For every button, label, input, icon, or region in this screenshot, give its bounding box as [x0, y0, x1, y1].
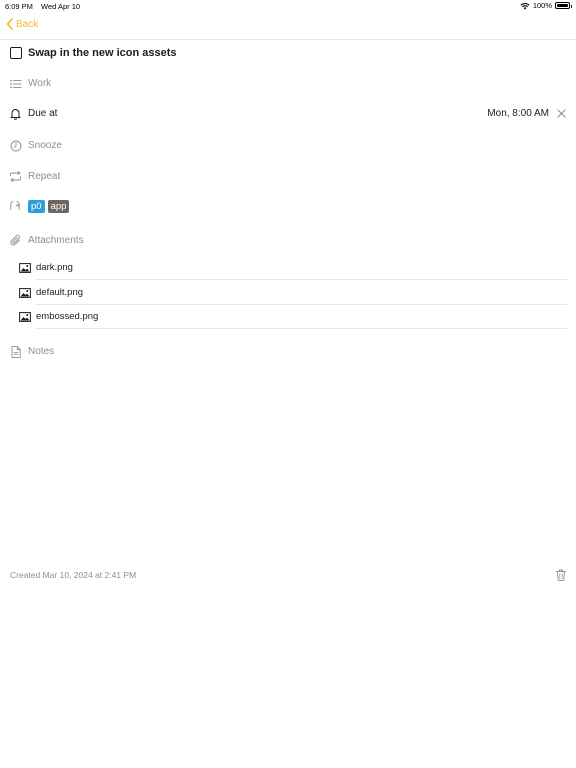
battery-percent: 100%: [532, 1, 552, 10]
due-value-group: Mon, 8:00 AM: [487, 108, 566, 119]
notes-row[interactable]: Notes: [9, 345, 54, 358]
battery-icon: [555, 2, 572, 9]
attachment-name: embossed.png: [36, 311, 99, 322]
list-row[interactable]: Work: [9, 77, 51, 90]
image-icon: [19, 311, 31, 322]
snooze-row[interactable]: Snooze: [9, 139, 62, 152]
document-icon: [9, 345, 22, 358]
bell-icon: [9, 107, 22, 120]
list-label: Work: [28, 78, 52, 89]
trash-icon[interactable]: [556, 569, 566, 581]
repeat-label: Repeat: [28, 171, 61, 182]
task-title[interactable]: Swap in the new icon assets: [28, 47, 177, 59]
attachment-item[interactable]: embossed.png: [19, 304, 567, 329]
close-icon[interactable]: [557, 109, 566, 118]
attachment-item[interactable]: default.png: [19, 280, 567, 305]
snooze-label: Snooze: [28, 140, 62, 151]
repeat-icon: [9, 170, 22, 183]
image-icon: [19, 262, 31, 273]
status-bar: 6:09 PM Wed Apr 10 100%: [0, 0, 576, 13]
chevron-left-icon: [6, 18, 13, 30]
created-timestamp: Created Mar 10, 2024 at 2:41 PM: [10, 570, 137, 580]
attachment-name: default.png: [36, 287, 84, 298]
status-date: Wed Apr 10: [41, 2, 81, 11]
attachment-name: dark.png: [36, 262, 73, 273]
paperclip-icon: [9, 234, 22, 247]
attachments-label: Attachments: [28, 235, 84, 246]
back-button[interactable]: Back: [6, 18, 38, 30]
task-checkbox[interactable]: [10, 47, 22, 59]
divider: [36, 328, 567, 329]
back-label: Back: [16, 18, 39, 30]
attachments-row[interactable]: Attachments: [9, 234, 84, 247]
attachment-item[interactable]: dark.png: [19, 255, 567, 280]
due-value[interactable]: Mon, 8:00 AM: [487, 108, 549, 119]
notes-label: Notes: [28, 346, 55, 357]
list-icon: [9, 77, 22, 90]
repeat-row[interactable]: Repeat: [9, 170, 60, 183]
tag-app[interactable]: app: [47, 200, 70, 213]
tags-row[interactable]: p0 app: [9, 200, 72, 213]
tags-list: p0 app: [28, 200, 72, 213]
nav-bar: Back: [0, 13, 576, 40]
due-row[interactable]: Due at: [9, 107, 57, 120]
clock-icon: [9, 139, 22, 152]
status-time: 6:09 PM: [5, 2, 33, 11]
wifi-icon: [520, 2, 530, 9]
task-title-row: Swap in the new icon assets: [10, 47, 177, 59]
tag-icon: [9, 200, 22, 213]
due-label: Due at: [28, 108, 58, 119]
tag-p0[interactable]: p0: [28, 200, 45, 213]
image-icon: [19, 287, 31, 298]
